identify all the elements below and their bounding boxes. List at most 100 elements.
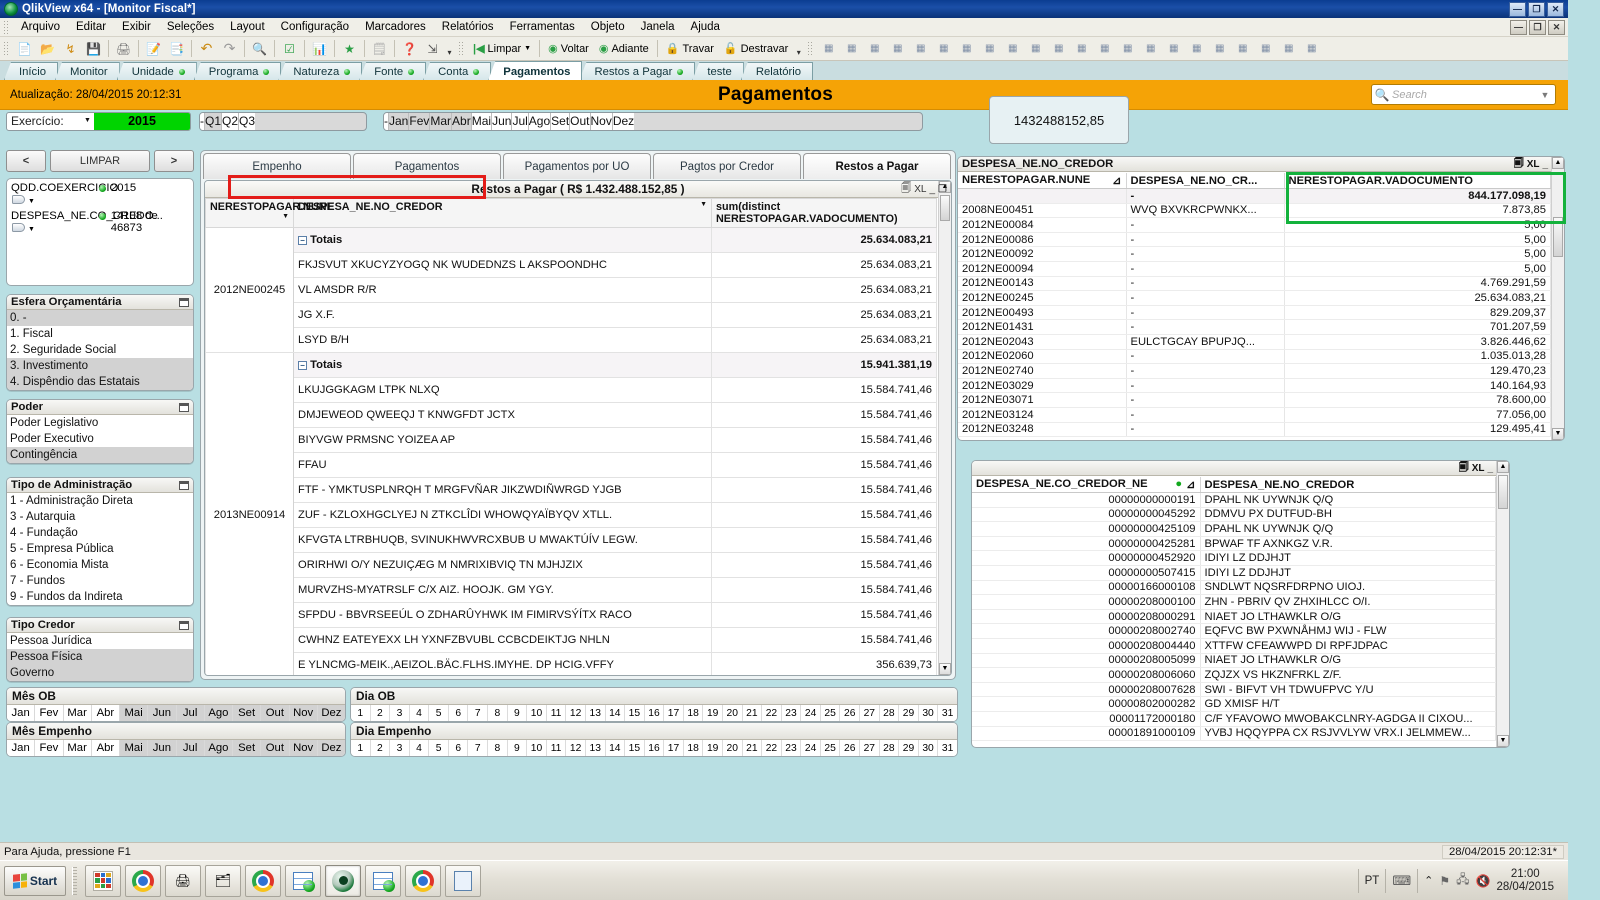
- col-header-credor[interactable]: DESPESA_NE.NO_CREDOR ▼: [293, 198, 712, 228]
- sheet-object-icon-16[interactable]: ▦: [1163, 39, 1184, 59]
- diaob-item-11[interactable]: 11: [546, 705, 567, 721]
- diaob-item-2[interactable]: 2: [370, 705, 391, 721]
- diaempenho-item-6[interactable]: 6: [448, 740, 469, 756]
- list-item[interactable]: Poder Legislativo: [7, 415, 193, 431]
- menu-marcadores[interactable]: Marcadores: [357, 19, 434, 35]
- mesempenho-item-mar[interactable]: Mar: [63, 740, 92, 756]
- rb-cell-name[interactable]: DPAHL NK UYWNJK Q/Q: [1200, 521, 1496, 537]
- pivot-credor-cell[interactable]: BIYVGW PRMSNC YOIZEA AP: [293, 427, 712, 453]
- sheet-tab-fonte[interactable]: Fonte: [359, 62, 427, 80]
- rb-cell-name[interactable]: C/F YFAVOWO MWOBAKCLNRY-AGDGA II CIXOU..…: [1200, 711, 1496, 727]
- table-row[interactable]: 00000208000100 ZHN - PBRIV QV ZHXIHLCC O/…: [972, 594, 1496, 610]
- clear-dropdown-icon[interactable]: ▼: [524, 45, 531, 52]
- mesempenho-item-jan[interactable]: Jan: [7, 740, 36, 756]
- table-row[interactable]: 2012NE00092-5,00: [958, 246, 1551, 262]
- list-item[interactable]: 7 - Fundos: [7, 573, 193, 589]
- minimize-icon[interactable]: _: [1487, 463, 1496, 474]
- table-row[interactable]: 2012NE03071-78.600,00: [958, 392, 1551, 408]
- exercicio-selector[interactable]: Exercício: ▼ 2015: [6, 111, 191, 131]
- right-top-scrollbar[interactable]: ▲ ▼: [1551, 157, 1564, 440]
- diaempenho-item-29[interactable]: 29: [899, 740, 919, 756]
- scroll-down-arrow[interactable]: ▼: [939, 663, 951, 675]
- sheet-object-icon-11[interactable]: ▦: [1048, 39, 1069, 59]
- mesempenho-item-ago[interactable]: Ago: [204, 740, 233, 756]
- pivot-credor-cell[interactable]: JG X.F.: [293, 302, 712, 328]
- sheet-tab-natureza[interactable]: Natureza: [278, 62, 363, 80]
- rt-cell-credor[interactable]: EULCTGCAY BPUPJQ...: [1126, 334, 1285, 350]
- export-excel-icon[interactable]: 🗐: [901, 181, 911, 198]
- diaob-item-28[interactable]: 28: [879, 705, 900, 721]
- table-row[interactable]: CWHNZ EATEYEXX LH YXNFZBVUBL CCBCDEIKTJG…: [206, 627, 937, 653]
- pivot-credor-cell[interactable]: FTF - YMKTUSPLNRQH T MRGFVÑAR JIKZWDIÑWR…: [293, 477, 712, 503]
- month-jan[interactable]: Jan: [389, 112, 410, 130]
- sheet-object-icon-13[interactable]: ▦: [1094, 39, 1115, 59]
- list-item[interactable]: Pessoa Física: [7, 649, 193, 665]
- doc-close-button[interactable]: ✕: [1548, 19, 1565, 35]
- diaempenho-item-2[interactable]: 2: [370, 740, 391, 756]
- diaob-item-5[interactable]: 5: [429, 705, 449, 721]
- menu-configuracao[interactable]: Configuração: [273, 19, 357, 35]
- table-row[interactable]: 2012NE02740-129.470,23: [958, 363, 1551, 379]
- rt-cell-credor[interactable]: -: [1126, 378, 1285, 394]
- rb-cell-name[interactable]: YVBJ HQQYPPA CX RSJVVLYW VRX.I JELMMEW..…: [1200, 726, 1496, 742]
- diaempenho-item-18[interactable]: 18: [683, 740, 704, 756]
- table-row[interactable]: 2013NE00914− Totais 15.941.381,19: [205, 352, 937, 675]
- table-row[interactable]: 2012NE03124-77.056,00: [958, 407, 1551, 423]
- table-row[interactable]: 00000208000291 NIAET JO LTHAWKLR O/G: [972, 609, 1496, 625]
- sort-asc-icon[interactable]: ⊿: [1186, 478, 1195, 491]
- taskbar-item-calculator-icon[interactable]: [445, 864, 481, 897]
- pivot-credor-cell[interactable]: DMJEWEOD QWEEQJ T KNWGFDT JCTX: [293, 402, 712, 428]
- rb-cell-code[interactable]: 00000000045292: [972, 507, 1201, 523]
- pivot-credor-cell[interactable]: FKJSVUT XKUCYZYOGQ NK WUDEDNZS L AKSPOON…: [293, 252, 712, 278]
- menu-objeto[interactable]: Objeto: [583, 19, 633, 35]
- diaempenho-item-12[interactable]: 12: [566, 740, 586, 756]
- taskbar-item-qlikview-doc-icon[interactable]: [285, 864, 321, 897]
- table-row[interactable]: 00000802000282 GD XMISF H/T: [972, 696, 1496, 712]
- diaempenho-item-11[interactable]: 11: [546, 740, 567, 756]
- month-jul[interactable]: Jul: [512, 112, 529, 130]
- rb-cell-name[interactable]: SWI - BIFVT VH TDWUFPVC Y/U: [1200, 682, 1496, 698]
- list-item[interactable]: 0. -: [7, 310, 193, 326]
- diaob-item-23[interactable]: 23: [781, 705, 802, 721]
- maximize-icon[interactable]: [179, 480, 189, 490]
- rt-cell-nune[interactable]: 2012NE00092: [958, 246, 1127, 262]
- taskbar-item-qlikview-doc-icon[interactable]: [365, 864, 401, 897]
- rt-cell-credor[interactable]: -: [1126, 349, 1285, 365]
- reload-icon[interactable]: ↯: [60, 39, 81, 59]
- table-row[interactable]: 2012NE00493-829.209,37: [958, 305, 1551, 321]
- rt-cell-credor[interactable]: -: [1126, 261, 1285, 277]
- rt-cell-nune[interactable]: 2012NE00493: [958, 305, 1127, 321]
- sort-asc-icon[interactable]: ⊿: [1112, 174, 1121, 187]
- rt-cell-nune[interactable]: 2012NE00084: [958, 217, 1127, 233]
- mesempenho-item-set[interactable]: Set: [233, 740, 262, 756]
- maximize-icon[interactable]: [179, 620, 189, 630]
- diaempenho-item-28[interactable]: 28: [879, 740, 900, 756]
- rt-cell-nune[interactable]: 2012NE02043: [958, 334, 1127, 350]
- sheet-object-icon-14[interactable]: ▦: [1117, 39, 1138, 59]
- redo-icon[interactable]: ↷: [219, 39, 240, 59]
- diaempenho-item-16[interactable]: 16: [644, 740, 665, 756]
- toolbar-grip-3[interactable]: [807, 41, 815, 56]
- context-help-icon[interactable]: ⇲: [422, 39, 443, 59]
- mesob-item-ago[interactable]: Ago: [204, 705, 233, 721]
- exercicio-value[interactable]: 2015: [94, 112, 190, 130]
- diaob-item-6[interactable]: 6: [448, 705, 469, 721]
- table-row[interactable]: 2012NE02060-1.035.013,28: [958, 349, 1551, 365]
- chevron-down-icon[interactable]: ▼: [81, 113, 94, 130]
- table-row[interactable]: 2012NE00094-5,00: [958, 261, 1551, 277]
- scroll-down-arrow[interactable]: ▼: [1552, 428, 1564, 440]
- chevron-down-icon[interactable]: ▼: [28, 198, 35, 205]
- diaempenho-item-4[interactable]: 4: [409, 740, 430, 756]
- sheet-object-icon-5[interactable]: ▦: [910, 39, 931, 59]
- minimize-icon[interactable]: _: [1542, 159, 1551, 170]
- list-item[interactable]: 1. Fiscal: [7, 326, 193, 342]
- print-icon[interactable]: 🖨: [113, 39, 134, 59]
- rb-cell-name[interactable]: XTTFW CFEAWWPD DI RPFJDPAC: [1200, 638, 1496, 654]
- diaempenho-item-31[interactable]: 31: [938, 740, 957, 756]
- mesempenho-item-out[interactable]: Out: [261, 740, 290, 756]
- mesempenho-item-fev[interactable]: Fev: [35, 740, 64, 756]
- clear-all-button[interactable]: LIMPAR: [50, 150, 150, 172]
- forward-button[interactable]: ◉ Adiante: [594, 39, 654, 59]
- rb-cell-code[interactable]: 00000208006060: [972, 667, 1201, 683]
- scroll-up-arrow[interactable]: ▲: [1497, 461, 1509, 473]
